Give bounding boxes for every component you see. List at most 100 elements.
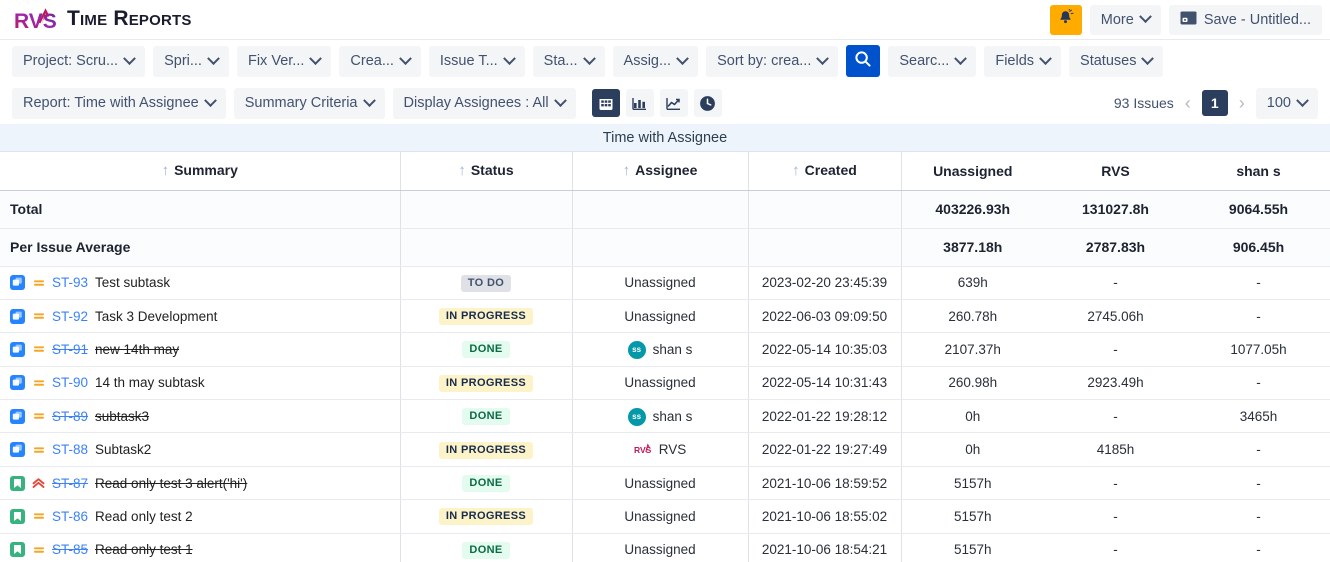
status-badge: IN PROGRESS (438, 374, 534, 392)
cell-rvs-hours: - (1044, 332, 1187, 367)
issue-type-subtask-icon (10, 308, 25, 324)
filter-search[interactable]: Searc... (888, 45, 977, 77)
cell-shan-s-hours: - (1187, 366, 1330, 401)
cell-created: 2022-05-14 10:31:43 (748, 366, 902, 401)
column-header-summary-label: Summary (174, 162, 238, 179)
per-issue-average-created (748, 228, 902, 267)
filter-assignee[interactable]: Assig... (612, 45, 699, 77)
cell-unassigned-hours: 5157h (901, 466, 1044, 501)
cell-unassigned-hours: 0h (901, 399, 1044, 434)
total-shan-s: 9064.55h (1187, 190, 1330, 229)
column-header-shan-s[interactable]: shan s (1187, 152, 1330, 191)
chevron-down-icon (399, 51, 412, 65)
assignee-name: Unassigned (624, 308, 696, 324)
total-row: Total 403226.93h 131027.8h 9064.55h (0, 190, 1330, 229)
table-row[interactable]: ST-89 subtask3 DONE ss shan s 2022-01-22 19:2… (0, 399, 1330, 434)
priority-medium-icon (32, 444, 45, 456)
cell-created: 2021-10-06 18:59:52 (748, 466, 902, 501)
filter-created[interactable]: Crea... (339, 45, 421, 77)
filter-statuses[interactable]: Statuses (1069, 45, 1164, 77)
priority-medium-icon (32, 310, 45, 322)
total-row-status (400, 190, 573, 229)
cell-assignee: ss shan s (572, 332, 749, 367)
chevron-down-icon (1296, 93, 1309, 107)
chevron-right-icon[interactable]: › (1237, 94, 1247, 112)
chevron-left-icon[interactable]: ‹ (1183, 94, 1193, 112)
view-switcher (591, 89, 722, 117)
filter-sprint[interactable]: Spri... (153, 45, 229, 77)
more-button[interactable]: More (1089, 4, 1161, 35)
table-view-icon[interactable] (591, 89, 620, 117)
issue-key-link[interactable]: ST-92 (52, 309, 88, 324)
page-number-1[interactable]: 1 (1201, 90, 1228, 116)
issue-summary-text: 14 th may subtask (95, 375, 205, 391)
column-header-rvs[interactable]: RVS (1044, 152, 1187, 191)
cell-unassigned-hours: 0h (901, 432, 1044, 467)
filter-fields[interactable]: Fields (984, 45, 1062, 77)
avatar: ss (627, 340, 646, 359)
filter-status[interactable]: Sta... (532, 45, 605, 77)
column-header-summary[interactable]: ↑ Summary (0, 152, 401, 191)
issue-key-link[interactable]: ST-87 (52, 476, 88, 491)
issue-key-link[interactable]: ST-90 (52, 375, 88, 390)
issue-key-link[interactable]: ST-85 (52, 542, 88, 557)
page-size-select[interactable]: 100 (1255, 87, 1318, 119)
cell-status: IN PROGRESS (400, 499, 573, 534)
table-row[interactable]: ST-90 14 th may subtask IN PROGRESS Unassig… (0, 366, 1330, 401)
cell-shan-s-hours: - (1187, 533, 1330, 562)
table-row[interactable]: ST-92 Task 3 Development IN PROGRESS Unassi… (0, 299, 1330, 334)
filter-issue-type[interactable]: Issue T... (428, 45, 525, 77)
column-header-created[interactable]: ↑ Created (748, 152, 902, 191)
option-report[interactable]: Report: Time with Assignee (12, 87, 226, 119)
save-button[interactable]: Save - Untitled... (1168, 4, 1322, 35)
priority-medium-icon (32, 277, 45, 289)
cell-created: 2021-10-06 18:55:02 (748, 499, 902, 534)
issue-key-link[interactable]: ST-88 (52, 442, 88, 457)
issue-type-subtask-icon (10, 408, 25, 424)
line-chart-view-icon[interactable] (659, 89, 688, 117)
cell-assignee: Unassigned (572, 366, 749, 401)
cell-created: 2023-02-20 23:45:39 (748, 266, 902, 300)
table-row[interactable]: ST-87 Read only test 3 alert('hi') DONE Una… (0, 466, 1330, 501)
cell-rvs-hours: - (1044, 533, 1187, 562)
cell-unassigned-hours: 5157h (901, 499, 1044, 534)
issue-type-story-icon (10, 475, 25, 491)
issue-key-link[interactable]: ST-91 (52, 342, 88, 357)
filter-sort-by[interactable]: Sort by: crea... (706, 45, 839, 77)
filter-fields-label: Fields (995, 53, 1035, 69)
total-row-label: Total (0, 190, 401, 229)
cell-rvs-hours: - (1044, 266, 1187, 300)
pagination: 93 Issues ‹ 1 › 100 (1114, 87, 1318, 119)
table-row[interactable]: ST-88 Subtask2 IN PROGRESS RVS RVS 2022-01-22… (0, 432, 1330, 467)
column-header-assignee[interactable]: ↑ Assignee (572, 152, 749, 191)
table-header-row: ↑ Summary ↑ Status ↑ Assignee ↑ Created Unas… (0, 152, 1330, 191)
column-header-unassigned[interactable]: Unassigned (901, 152, 1044, 191)
bar-chart-view-icon[interactable] (625, 89, 654, 117)
clock-view-icon[interactable] (693, 89, 722, 117)
filter-project[interactable]: Project: Scru... (12, 45, 146, 77)
table-row[interactable]: ST-91 new 14th may DONE ss shan s 2022-05-14 … (0, 332, 1330, 367)
table-row[interactable]: ST-93 Test subtask TO DO Unassigned 2023-02-… (0, 266, 1330, 300)
table-row[interactable]: ST-86 Read only test 2 IN PROGRESS Unassign… (0, 499, 1330, 534)
notification-button[interactable] (1049, 4, 1082, 35)
option-summary-criteria[interactable]: Summary Criteria (233, 87, 385, 119)
status-badge: IN PROGRESS (438, 441, 534, 459)
table-row[interactable]: ST-85 Read only test 1 DONE Unassigned 2021-… (0, 533, 1330, 562)
rvs-logo-icon: RVS (14, 7, 58, 33)
cell-assignee: Unassigned (572, 299, 749, 334)
option-display-assignees[interactable]: Display Assignees : All (392, 87, 576, 119)
avatar: RVS (634, 440, 652, 458)
issue-key-link[interactable]: ST-86 (52, 509, 88, 524)
issue-type-subtask-icon (10, 341, 25, 357)
header-actions: More Save - Untitled... (1049, 4, 1322, 35)
issue-key-link[interactable]: ST-93 (52, 275, 88, 290)
cell-status: DONE (400, 466, 573, 501)
filter-fix-version[interactable]: Fix Ver... (236, 45, 332, 77)
chevron-down-icon (123, 51, 136, 65)
column-header-status[interactable]: ↑ Status (400, 152, 573, 191)
issue-summary-text: Read only test 3 alert('hi') (95, 475, 248, 491)
bell-icon (1057, 8, 1074, 31)
search-button[interactable] (846, 45, 881, 77)
issue-key-link[interactable]: ST-89 (52, 409, 88, 424)
issue-summary-text: Test subtask (95, 275, 171, 291)
